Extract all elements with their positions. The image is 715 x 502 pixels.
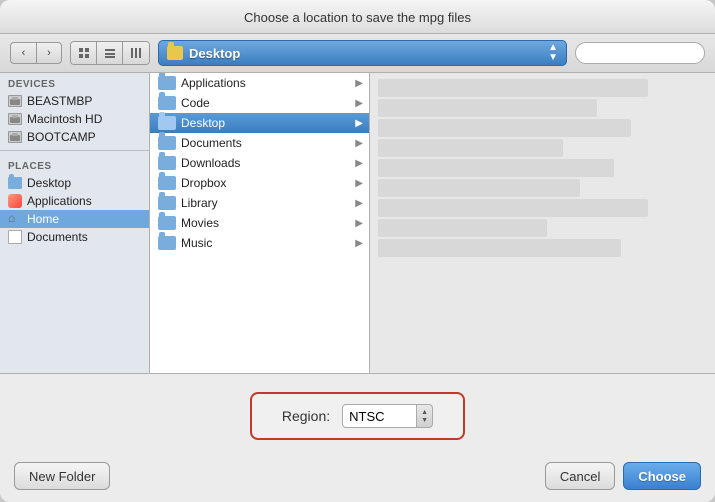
arrow-music: ▶ xyxy=(355,238,363,249)
search-wrapper: 🔍 xyxy=(575,42,705,64)
back-button[interactable]: ‹ xyxy=(10,42,36,64)
sidebar-place-desktop: Desktop xyxy=(27,176,71,190)
toolbar: ‹ › xyxy=(0,34,715,73)
btn-right: Cancel Choose xyxy=(545,462,701,490)
region-up-arrow: ▲ xyxy=(421,409,428,416)
docs-icon xyxy=(8,230,22,244)
file-item-dropbox[interactable]: Dropbox ▶ xyxy=(150,173,369,193)
drive-icon xyxy=(8,95,22,107)
drive-icon-2 xyxy=(8,113,22,125)
sidebar-device-label: BEASTMBP xyxy=(27,94,92,108)
folder-icon-movies xyxy=(158,216,176,230)
sidebar-device-label-3: BOOTCAMP xyxy=(27,130,96,144)
save-dialog: Choose a location to save the mpg files … xyxy=(0,0,715,502)
file-label-music: Music xyxy=(181,236,212,250)
location-folder-icon xyxy=(167,46,183,60)
sidebar-place-home: Home xyxy=(27,212,59,226)
arrow-applications: ▶ xyxy=(355,78,363,89)
file-list-column: Applications ▶ Code ▶ Desktop ▶ Document… xyxy=(150,73,370,373)
dropdown-arrows: ▲ ▼ xyxy=(548,43,558,63)
folder-icon-dropbox xyxy=(158,176,176,190)
file-item-music[interactable]: Music ▶ xyxy=(150,233,369,253)
choose-button[interactable]: Choose xyxy=(623,462,701,490)
file-item-applications[interactable]: Applications ▶ xyxy=(150,73,369,93)
arrow-documents: ▶ xyxy=(355,138,363,149)
region-area: Region: ▲ ▼ xyxy=(0,374,715,454)
new-folder-button[interactable]: New Folder xyxy=(14,462,110,490)
location-text: Desktop xyxy=(189,46,542,61)
sidebar-item-desktop[interactable]: Desktop xyxy=(0,174,149,192)
icon-view-button[interactable] xyxy=(71,42,97,64)
location-dropdown[interactable]: Desktop ▲ ▼ xyxy=(158,40,567,66)
search-input[interactable] xyxy=(575,42,705,64)
folder-icon-downloads xyxy=(158,156,176,170)
sidebar-item-applications[interactable]: Applications xyxy=(0,192,149,210)
nav-buttons: ‹ › xyxy=(10,42,62,64)
region-stepper[interactable]: ▲ ▼ xyxy=(417,404,433,428)
folder-icon-music xyxy=(158,236,176,250)
sidebar-item-beastmbp[interactable]: BEASTMBP xyxy=(0,92,149,110)
folder-icon-code xyxy=(158,96,176,110)
folder-icon-documents xyxy=(158,136,176,150)
folder-icon-applications xyxy=(158,76,176,90)
folder-icon-desktop-list xyxy=(158,116,176,130)
sidebar-item-documents[interactable]: Documents xyxy=(0,228,149,246)
region-box: Region: ▲ ▼ xyxy=(250,392,465,440)
file-label-code: Code xyxy=(181,96,210,110)
sidebar-item-bootcamp[interactable]: BOOTCAMP xyxy=(0,128,149,146)
sidebar-divider xyxy=(0,150,149,151)
arrow-movies: ▶ xyxy=(355,218,363,229)
title-bar: Choose a location to save the mpg files xyxy=(0,0,715,34)
drive-icon-3 xyxy=(8,131,22,143)
arrow-desktop: ▶ xyxy=(355,118,363,129)
file-item-movies[interactable]: Movies ▶ xyxy=(150,213,369,233)
cancel-button[interactable]: Cancel xyxy=(545,462,615,490)
file-label-downloads: Downloads xyxy=(181,156,240,170)
file-label-applications: Applications xyxy=(181,76,246,90)
sidebar-device-label-2: Macintosh HD xyxy=(27,112,102,126)
button-bar: New Folder Cancel Choose xyxy=(0,454,715,502)
folder-icon-library xyxy=(158,196,176,210)
sidebar-place-applications: Applications xyxy=(27,194,92,208)
places-header: PLACES xyxy=(0,155,149,174)
main-area: DEVICES BEASTMBP Macintosh HD BOOTCAMP xyxy=(0,73,715,373)
region-input[interactable] xyxy=(342,404,417,428)
second-column xyxy=(370,73,715,373)
sidebar-item-macintosh[interactable]: Macintosh HD xyxy=(0,110,149,128)
region-select: ▲ ▼ xyxy=(342,404,433,428)
file-label-library: Library xyxy=(181,196,218,210)
file-item-library[interactable]: Library ▶ xyxy=(150,193,369,213)
devices-header: DEVICES xyxy=(0,73,149,92)
arrow-code: ▶ xyxy=(355,98,363,109)
sidebar: DEVICES BEASTMBP Macintosh HD BOOTCAMP xyxy=(0,73,150,373)
blurred-content xyxy=(370,73,715,263)
file-item-documents[interactable]: Documents ▶ xyxy=(150,133,369,153)
file-item-code[interactable]: Code ▶ xyxy=(150,93,369,113)
file-label-dropbox: Dropbox xyxy=(181,176,226,190)
sidebar-place-documents: Documents xyxy=(27,230,88,244)
bottom-section: Region: ▲ ▼ New Folder Cancel Choose xyxy=(0,373,715,502)
file-item-desktop[interactable]: Desktop ▶ xyxy=(150,113,369,133)
file-label-desktop: Desktop xyxy=(181,116,225,130)
region-label: Region: xyxy=(282,408,330,424)
sidebar-item-home[interactable]: ⌂ Home xyxy=(0,210,149,228)
file-label-documents: Documents xyxy=(181,136,242,150)
list-view-button[interactable] xyxy=(97,42,123,64)
home-icon: ⌂ xyxy=(8,212,22,226)
column-view-button[interactable] xyxy=(123,42,149,64)
region-down-arrow: ▼ xyxy=(421,417,428,424)
view-buttons xyxy=(70,41,150,65)
arrow-downloads: ▶ xyxy=(355,158,363,169)
arrow-library: ▶ xyxy=(355,198,363,209)
file-item-downloads[interactable]: Downloads ▶ xyxy=(150,153,369,173)
file-label-movies: Movies xyxy=(181,216,219,230)
arrow-dropbox: ▶ xyxy=(355,178,363,189)
app-icon xyxy=(8,194,22,208)
folder-icon-desktop xyxy=(8,177,22,189)
forward-button[interactable]: › xyxy=(36,42,62,64)
dialog-title: Choose a location to save the mpg files xyxy=(244,10,471,25)
